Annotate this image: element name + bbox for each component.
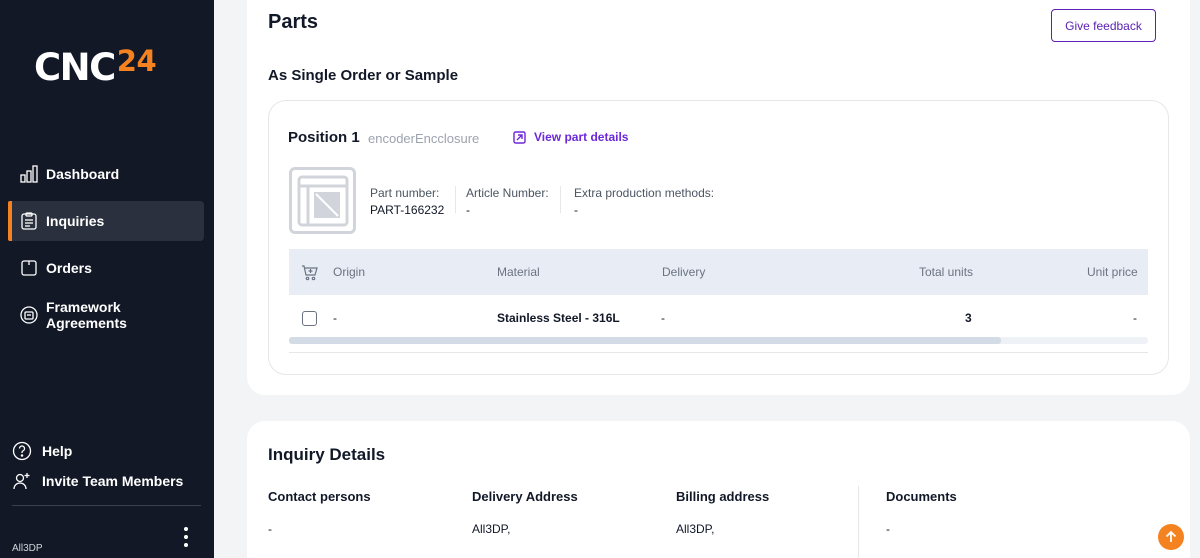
cell-total-units: 3 <box>965 311 972 325</box>
sidebar-item-orders[interactable]: Orders <box>8 248 204 288</box>
add-user-icon <box>12 471 32 491</box>
section-title: As Single Order or Sample <box>268 67 459 84</box>
cart-icon <box>301 264 318 286</box>
sidebar-item-dashboard[interactable]: Dashboard <box>8 154 204 194</box>
more-options-icon[interactable] <box>182 527 190 547</box>
cell-material: Stainless Steel - 316L <box>497 311 620 325</box>
row-checkbox[interactable] <box>302 311 317 326</box>
table-bottom-divider <box>289 352 1148 353</box>
brand-name: CNC <box>34 46 116 89</box>
sidebar: CNC24 Dashboard Inquiries Orders Framewo… <box>0 0 214 558</box>
cell-unit-price: - <box>1133 311 1137 325</box>
sidebar-item-framework-agreements[interactable]: Framework Agreements <box>8 295 204 335</box>
article-number-label: Article Number: <box>466 186 549 200</box>
meta-divider <box>560 186 561 213</box>
view-part-details-label: View part details <box>534 130 629 144</box>
part-number-value: PART-166232 <box>370 203 445 217</box>
documents-value: - <box>886 522 890 536</box>
billing-address-value: All3DP, <box>676 522 715 536</box>
view-part-details-link[interactable]: View part details <box>513 130 628 144</box>
image-placeholder-icon <box>297 175 348 226</box>
scroll-to-top-button[interactable] <box>1158 524 1184 550</box>
sidebar-item-label: Framework Agreements <box>46 299 127 331</box>
column-header-material[interactable]: Material <box>497 265 540 279</box>
scrollbar-thumb[interactable] <box>289 337 1001 344</box>
article-number-value: - <box>466 203 470 217</box>
invite-team-members-link[interactable]: Invite Team Members <box>12 471 183 491</box>
account-name: All3DP <box>12 543 43 554</box>
invite-label: Invite Team Members <box>42 473 184 489</box>
extra-methods-label: Extra production methods: <box>574 186 715 200</box>
documents-label: Documents <box>886 489 957 504</box>
column-header-origin[interactable]: Origin <box>333 265 365 279</box>
sidebar-divider <box>12 505 201 506</box>
extra-methods-value: - <box>574 203 578 217</box>
agreement-icon <box>20 306 38 324</box>
meta-divider <box>455 186 456 213</box>
delivery-address-label: Delivery Address <box>472 489 578 504</box>
table-header <box>289 249 1148 295</box>
contact-persons-value: - <box>268 522 272 536</box>
contact-persons-label: Contact persons <box>268 489 371 504</box>
sidebar-item-label: Dashboard <box>46 166 120 182</box>
inquiry-details-title: Inquiry Details <box>268 445 386 464</box>
arrow-up-icon <box>1165 530 1177 542</box>
part-name: encoderEncclosure <box>368 131 480 146</box>
clipboard-list-icon <box>20 212 38 230</box>
cell-origin: - <box>333 311 337 325</box>
give-feedback-button[interactable]: Give feedback <box>1051 9 1156 42</box>
column-header-unit-price[interactable]: Unit price <box>1087 265 1138 279</box>
details-divider <box>858 486 859 558</box>
sidebar-item-label: Orders <box>46 260 92 276</box>
sidebar-item-inquiries[interactable]: Inquiries <box>8 201 204 241</box>
brand-suffix: 24 <box>116 44 157 78</box>
external-view-icon <box>513 130 526 144</box>
cell-delivery: - <box>661 311 665 325</box>
help-label: Help <box>42 443 73 459</box>
position-title: Position 1 <box>288 129 360 146</box>
part-thumbnail[interactable] <box>289 167 356 234</box>
part-number-label: Part number: <box>370 186 440 200</box>
column-header-delivery[interactable]: Delivery <box>662 265 705 279</box>
sidebar-item-label: Inquiries <box>46 213 105 229</box>
help-link[interactable]: Help <box>12 441 72 461</box>
brand-logo[interactable]: CNC24 <box>34 44 157 89</box>
bar-chart-icon <box>20 165 38 183</box>
column-header-total-units[interactable]: Total units <box>919 265 973 279</box>
question-circle-icon <box>12 441 32 461</box>
page-title: Parts <box>268 11 319 33</box>
square-icon <box>20 259 38 277</box>
delivery-address-value: All3DP, <box>472 522 511 536</box>
billing-address-label: Billing address <box>676 489 770 504</box>
